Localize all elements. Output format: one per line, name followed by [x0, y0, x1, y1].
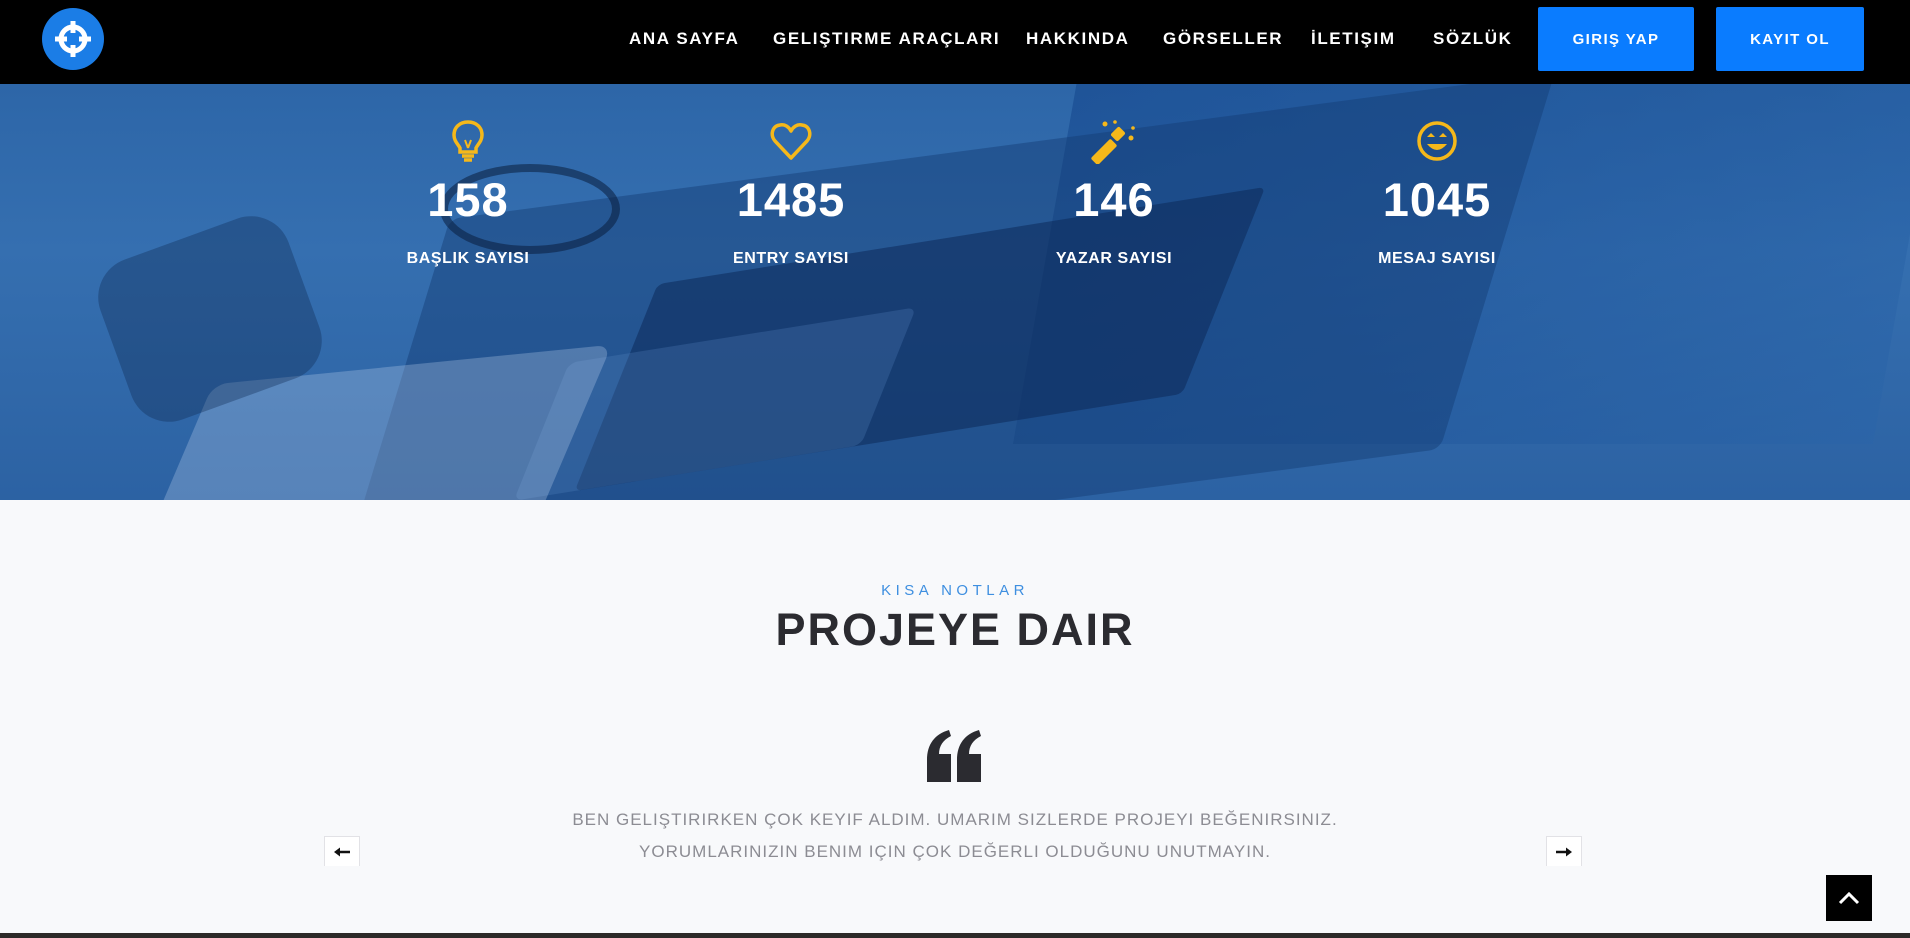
- section-title: PROJEYE DAIR: [775, 604, 1135, 655]
- quote-line: YORUMLARINIZIN BENIM IÇIN ÇOK DEĞERLI OL…: [639, 842, 1271, 861]
- lightbulb-icon: [452, 120, 484, 162]
- nav-menu: ANA SAYFA GELIŞTIRME ARAÇLARI HAKKINDA G…: [0, 0, 1520, 78]
- stat-number: 1485: [736, 173, 846, 226]
- quote-line: BEN GELIŞTIRIRKEN ÇOK KEYIF ALDIM. UMARI…: [572, 810, 1338, 829]
- stat-number: 158: [427, 173, 509, 226]
- stat-number: 146: [1073, 173, 1155, 226]
- arrow-left-icon: [334, 847, 350, 856]
- nav-link-gelistirme-araclari[interactable]: GELIŞTIRME ARAÇLARI: [773, 29, 1000, 49]
- smile-icon: [1417, 121, 1457, 161]
- carousel-next-button[interactable]: [1546, 836, 1582, 866]
- stat-number: 1045: [1382, 173, 1492, 226]
- register-button[interactable]: KAYIT OL: [1716, 7, 1864, 71]
- stat-baslik: 158 BAŞLIK SAYISI: [368, 118, 568, 268]
- nav-link-sozluk[interactable]: SÖZLÜK: [1433, 29, 1512, 49]
- stats-hero: 158 BAŞLIK SAYISI 1485 ENTRY SAYISI 146 …: [0, 84, 1910, 500]
- nav-link-hakkinda[interactable]: HAKKINDA: [1026, 29, 1129, 49]
- stat-mesaj: 1045 MESAJ SAYISI: [1337, 118, 1537, 268]
- next-section-edge: [0, 933, 1910, 938]
- stat-label: YAZAR SAYISI: [1055, 250, 1173, 267]
- navbar: ANA SAYFA GELIŞTIRME ARAÇLARI HAKKINDA G…: [0, 0, 1910, 84]
- nav-link-iletisim[interactable]: İLETIŞIM: [1311, 29, 1396, 49]
- quote-text: BEN GELIŞTIRIRKEN ÇOK KEYIF ALDIM. UMARI…: [0, 804, 1910, 868]
- section-eyebrow: KISA NOTLAR: [881, 582, 1029, 599]
- quote-icon: [927, 730, 981, 782]
- notes-section: KISA NOTLAR PROJEYE DAIR BEN GELIŞTIRIRK…: [0, 500, 1910, 938]
- back-to-top-button[interactable]: [1826, 875, 1872, 921]
- nav-link-gorseller[interactable]: GÖRSELLER: [1163, 29, 1283, 49]
- stat-entry: 1485 ENTRY SAYISI: [691, 118, 891, 268]
- stat-label: BAŞLIK SAYISI: [406, 250, 530, 267]
- stat-yazar: 146 YAZAR SAYISI: [1014, 118, 1214, 268]
- page: { "navbar": { "links": [ {"label": "ANA …: [0, 0, 1910, 938]
- stat-label: MESAJ SAYISI: [1378, 250, 1496, 267]
- heart-icon: [770, 123, 812, 160]
- magic-wand-icon: [1091, 120, 1135, 164]
- chevron-up-icon: [1838, 891, 1860, 905]
- nav-link-ana-sayfa[interactable]: ANA SAYFA: [629, 29, 739, 49]
- stat-label: ENTRY SAYISI: [733, 250, 849, 267]
- login-button[interactable]: GIRIŞ YAP: [1538, 7, 1694, 71]
- arrow-right-icon: [1556, 847, 1572, 856]
- carousel-prev-button[interactable]: [324, 836, 360, 866]
